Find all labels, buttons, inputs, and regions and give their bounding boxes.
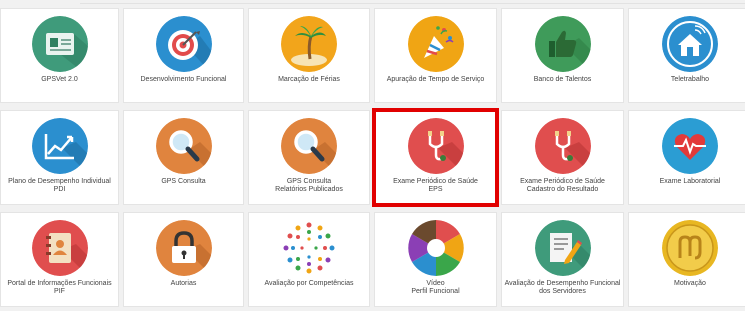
tile-teletrabalho[interactable]: Teletrabalho xyxy=(628,8,745,103)
tile-label: Avaliação por Competências xyxy=(264,280,354,287)
tile-motivacao[interactable]: Motivação xyxy=(628,212,745,307)
smart-home-icon xyxy=(662,16,718,72)
tile-avaliacao-competencias[interactable]: Avaliação por Competências xyxy=(248,212,370,307)
tile-apuracao-tempo-servico[interactable]: Apuração de Tempo de Serviço xyxy=(374,8,497,103)
stethoscope-icon xyxy=(407,118,464,174)
document-edit-icon xyxy=(534,220,591,276)
heartbeat-icon xyxy=(662,118,718,174)
id-card-icon xyxy=(31,16,88,72)
tile-label: GPS Consulta xyxy=(161,178,206,185)
tile-label: Teletrabalho xyxy=(670,76,710,83)
tile-label: Apuração de Tempo de Serviço xyxy=(386,76,485,83)
tile-label: Plano de Desempenho Individual PDI xyxy=(8,178,111,193)
tile-label: Portal de Informações Funcionais PIF xyxy=(7,280,112,295)
thumbs-up-icon xyxy=(534,16,591,72)
tile-marcacao-ferias[interactable]: Marcação de Férias xyxy=(248,8,370,103)
tile-desenvolvimento-funcional[interactable]: Desenvolvimento Funcional xyxy=(123,8,244,103)
magnifier-icon xyxy=(281,118,337,174)
tile-exame-laboratorial[interactable]: Exame Laboratorial xyxy=(628,110,745,205)
address-book-icon xyxy=(31,220,88,276)
tile-autorias[interactable]: Autorias xyxy=(123,212,244,307)
tile-exame-periodico-eps[interactable]: Exame Periódico de Saúde EPS xyxy=(372,108,499,207)
tile-label: Motivação xyxy=(674,280,706,287)
stethoscope-icon xyxy=(534,118,591,174)
party-popper-icon xyxy=(407,16,464,72)
tile-label: GPSVet 2.0 xyxy=(41,76,78,83)
people-circle-icon xyxy=(281,220,337,276)
tile-label: GPS Consulta Relatórios Publicados xyxy=(275,178,343,193)
tile-pdi[interactable]: Plano de Desempenho Individual PDI xyxy=(0,110,119,205)
target-icon xyxy=(155,16,212,72)
tile-label: Exame Periódico de Saúde Cadastro do Resu… xyxy=(520,178,605,193)
color-wheel-icon xyxy=(407,220,464,276)
app-tile-grid: GPSVet 2.0 Desenvolvimento Funcional Mar… xyxy=(0,8,745,307)
tile-label: Exame Laboratorial xyxy=(659,178,721,185)
tile-label: Marcação de Férias xyxy=(278,76,340,83)
tile-video-perfil-funcional[interactable]: Vídeo Perfil Funcional xyxy=(374,212,497,307)
tile-banco-talentos[interactable]: Banco de Talentos xyxy=(501,8,624,103)
tile-label: Vídeo Perfil Funcional xyxy=(411,280,460,295)
tile-label: Exame Periódico de Saúde EPS xyxy=(393,178,478,193)
palm-tree-icon xyxy=(281,16,337,72)
tile-label: Avaliação de Desempenho Funcional dos Ser… xyxy=(504,280,621,295)
top-divider xyxy=(80,3,745,4)
magnifier-icon xyxy=(155,118,212,174)
tile-label: Desenvolvimento Funcional xyxy=(140,76,227,83)
padlock-icon xyxy=(155,220,212,276)
tile-gps-consulta-relatorios[interactable]: GPS Consulta Relatórios Publicados xyxy=(248,110,370,205)
tile-pif[interactable]: Portal de Informações Funcionais PIF xyxy=(0,212,119,307)
tile-avaliacao-desempenho-servidores[interactable]: Avaliação de Desempenho Funcional dos Ser… xyxy=(501,212,624,307)
gold-coin-icon xyxy=(662,220,718,276)
tile-label: Banco de Talentos xyxy=(533,76,592,83)
tile-gps-consulta[interactable]: GPS Consulta xyxy=(123,110,244,205)
tile-exame-periodico-cadastro[interactable]: Exame Periódico de Saúde Cadastro do Resu… xyxy=(501,110,624,205)
growth-chart-icon xyxy=(31,118,88,174)
tile-label: Autorias xyxy=(170,280,197,287)
tile-gpsvet[interactable]: GPSVet 2.0 xyxy=(0,8,119,103)
